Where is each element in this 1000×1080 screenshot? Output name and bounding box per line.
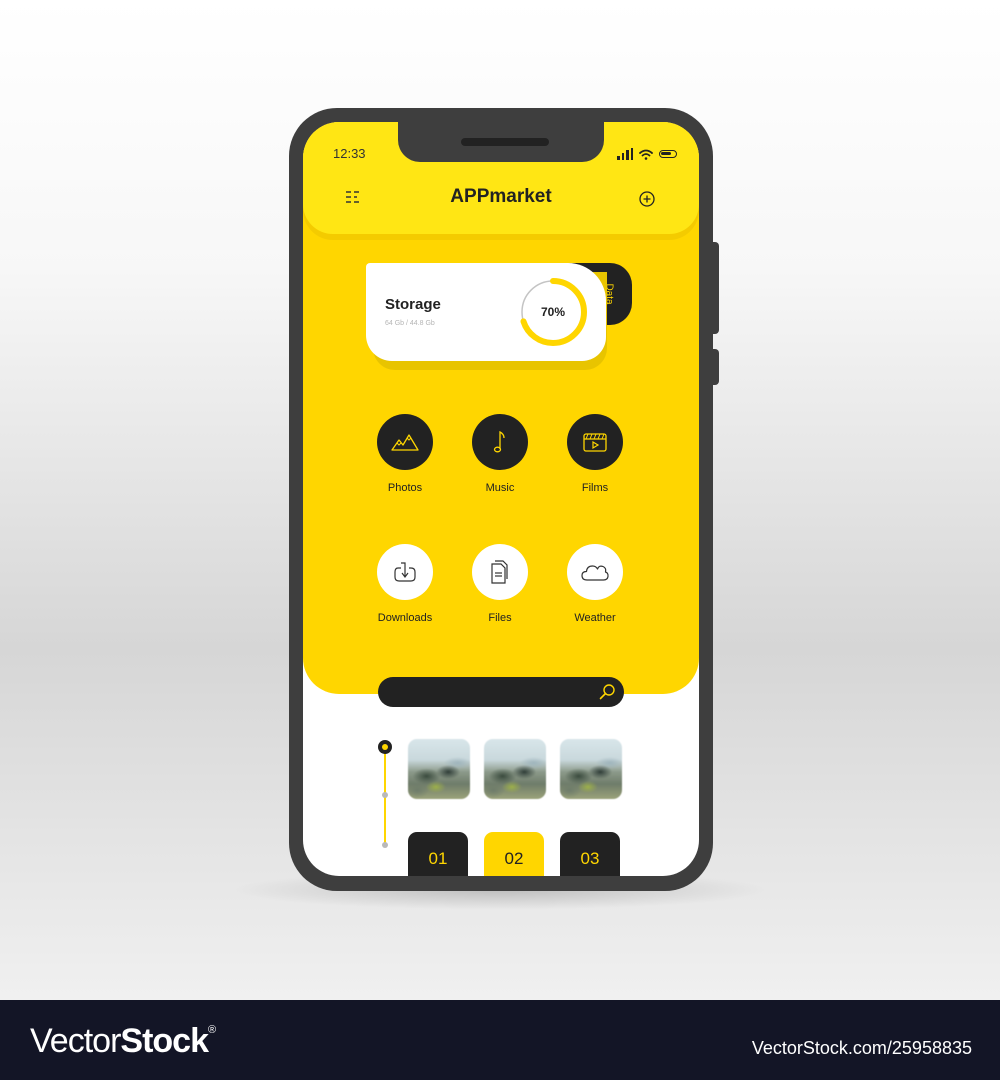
- search-input[interactable]: [378, 677, 624, 707]
- registered-mark: ®: [207, 1024, 216, 1036]
- app-photos-circle: [377, 414, 433, 470]
- plus-circle-icon[interactable]: [639, 191, 655, 207]
- watermark-footer: VectorStock® VectorStock.com/25958835: [0, 1000, 1000, 1080]
- app-weather[interactable]: Weather: [545, 544, 645, 624]
- storage-subtitle: 64 Gb / 44.8 Gb: [385, 320, 435, 327]
- app-downloads-label: Downloads: [377, 612, 433, 624]
- storage-title: Storage: [385, 296, 441, 313]
- app-downloads-circle: [377, 544, 433, 600]
- thumbnail-city-photo-2[interactable]: [484, 739, 546, 799]
- timeline-step[interactable]: [382, 792, 388, 798]
- page-button-03[interactable]: 03: [560, 832, 620, 876]
- logo-light-text: Vector: [30, 1022, 121, 1060]
- thumbnail-city-photo-3[interactable]: [560, 739, 622, 799]
- music-note-icon: [493, 430, 505, 453]
- app-films-circle: [567, 414, 623, 470]
- app-photos-label: Photos: [387, 482, 423, 494]
- vectorstock-logo: VectorStock®: [30, 1022, 216, 1061]
- page-button-02[interactable]: 02: [484, 832, 544, 876]
- app-files-label: Files: [488, 612, 512, 624]
- app-files-circle: [472, 544, 528, 600]
- thumbnail-city-photo-1[interactable]: [408, 739, 470, 799]
- app-weather-label: Weather: [574, 612, 616, 624]
- page-button-01[interactable]: 01: [408, 832, 468, 876]
- speaker: [461, 138, 549, 146]
- app-photos[interactable]: Photos: [355, 414, 455, 494]
- app-films[interactable]: Films: [545, 414, 645, 494]
- wifi-icon: [639, 149, 653, 160]
- document-icon: [491, 560, 508, 584]
- image-id: VectorStock.com/25958835: [751, 1038, 972, 1058]
- status-icons: [617, 148, 677, 160]
- battery-icon: [659, 150, 677, 158]
- signal-icon: [617, 148, 633, 160]
- app-music-circle: [472, 414, 528, 470]
- storage-card[interactable]: Storage 64 Gb / 44.8 Gb 70%: [366, 263, 606, 361]
- app-music-label: Music: [485, 482, 515, 494]
- status-time: 12:33: [333, 146, 366, 161]
- search-icon[interactable]: [598, 683, 616, 701]
- clapperboard-icon: [583, 433, 607, 452]
- mountains-icon: [391, 434, 419, 451]
- app-files[interactable]: Files: [450, 544, 550, 624]
- phone-screen: 12:33 APPmarket Data Storage 64 Gb / 44.…: [303, 122, 699, 876]
- app-downloads[interactable]: Downloads: [355, 544, 455, 624]
- timeline-step[interactable]: [382, 842, 388, 848]
- app-music[interactable]: Music: [450, 414, 550, 494]
- app-films-label: Films: [581, 482, 609, 494]
- cloud-icon: [581, 565, 609, 581]
- app-weather-circle: [567, 544, 623, 600]
- storage-percent: 70%: [540, 305, 566, 319]
- stage: 12:33 APPmarket Data Storage 64 Gb / 44.…: [0, 0, 1000, 1000]
- timeline-step-active[interactable]: [378, 740, 392, 754]
- logo-bold-text: Stock: [120, 1022, 209, 1060]
- download-icon: [394, 562, 416, 582]
